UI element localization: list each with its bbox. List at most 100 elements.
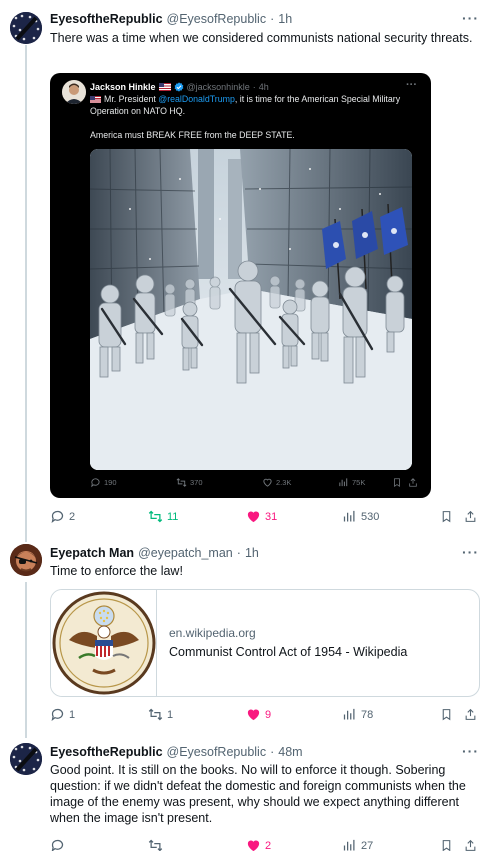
- views-button[interactable]: 78: [342, 707, 373, 722]
- share-icon: [465, 510, 476, 522]
- retweet-button[interactable]: [148, 838, 167, 851]
- quoted-text-prefix: Mr. President: [104, 94, 159, 104]
- separator: ·: [252, 81, 256, 92]
- tweet-actions: 1 1 9 78: [50, 707, 476, 723]
- reply-count: 190: [104, 478, 117, 487]
- bookmark-button[interactable]: [440, 838, 457, 851]
- avatar: [62, 80, 86, 104]
- quoted-tweet[interactable]: Jackson Hinkle @jacksonhinkle · 4h ··· M…: [50, 73, 431, 498]
- heart-icon: [263, 478, 272, 487]
- views-icon: [339, 478, 348, 487]
- reply-button[interactable]: 1: [50, 707, 75, 722]
- bookmark-icon: [442, 511, 451, 523]
- tweet-actions: 2 27: [50, 838, 476, 851]
- display-name: Jackson Hinkle: [90, 81, 156, 92]
- tweet-text: There was a time when we considered comm…: [50, 31, 473, 45]
- retweet-button[interactable]: 1: [148, 707, 173, 722]
- tweet[interactable]: EyesoftheRepublic @EyesofRepublic · 48m …: [0, 743, 491, 851]
- like-count: 2.3K: [276, 478, 292, 487]
- link-domain: en.wikipedia.org: [169, 626, 256, 640]
- bookmark-icon: [442, 840, 451, 851]
- quoted-tweet-header: Jackson Hinkle @jacksonhinkle · 4h: [90, 80, 269, 93]
- like-count: 9: [265, 708, 272, 721]
- tweet-header: EyesoftheRepublic @EyesofRepublic · 48m: [50, 743, 303, 761]
- views-icon: [343, 839, 355, 851]
- link-card-thumbnail: [51, 590, 157, 696]
- retweet-icon: [176, 478, 187, 487]
- more-options-icon[interactable]: ···: [462, 10, 479, 26]
- tweet[interactable]: Eyepatch Man @eyepatch_man · 1h ··· Time…: [0, 544, 491, 724]
- avatar[interactable]: [10, 544, 42, 576]
- timestamp[interactable]: 48m: [278, 745, 302, 759]
- views-button[interactable]: 530: [342, 509, 379, 524]
- share-button[interactable]: [464, 838, 481, 851]
- avatar[interactable]: [10, 12, 42, 44]
- user-handle[interactable]: @EyesofRepublic: [167, 12, 267, 26]
- link-title: Communist Control Act of 1954 - Wikipedi…: [169, 645, 408, 659]
- retweet-button[interactable]: 370: [176, 477, 203, 488]
- display-name[interactable]: EyesoftheRepublic: [50, 12, 163, 26]
- verified-icon: [174, 81, 183, 92]
- reply-button[interactable]: 2: [50, 509, 75, 524]
- bookmark-icon: [442, 709, 451, 721]
- more-options-icon[interactable]: ···: [462, 544, 479, 560]
- share-icon: [465, 839, 476, 851]
- retweet-icon: [148, 708, 163, 721]
- retweet-icon: [148, 510, 163, 523]
- mention-link[interactable]: @realDonaldTrump: [158, 94, 235, 104]
- user-handle: @jacksonhinkle: [186, 81, 250, 92]
- us-flag-icon: [90, 96, 101, 104]
- user-handle[interactable]: @EyesofRepublic: [167, 745, 267, 759]
- bookmark-button[interactable]: [440, 707, 457, 722]
- display-name[interactable]: EyesoftheRepublic: [50, 745, 163, 759]
- share-icon: [465, 708, 476, 720]
- like-button[interactable]: 9: [246, 707, 271, 722]
- view-count: 78: [361, 708, 374, 721]
- timestamp[interactable]: 1h: [245, 546, 259, 560]
- bookmark-button[interactable]: [440, 509, 457, 524]
- view-count: 75K: [352, 478, 366, 487]
- retweet-icon: [148, 839, 163, 851]
- tweet-text: Time to enforce the law!: [50, 564, 183, 578]
- like-count: 2: [265, 839, 272, 851]
- timestamp[interactable]: 1h: [278, 12, 292, 26]
- tweet[interactable]: EyesoftheRepublic @EyesofRepublic · 1h ·…: [0, 10, 491, 530]
- heart-icon: [247, 840, 260, 851]
- tweet-actions: 2 11 31 530: [50, 509, 476, 525]
- like-button[interactable]: 2.3K: [262, 477, 291, 488]
- retweet-count: 11: [167, 510, 179, 523]
- reply-button[interactable]: 190: [90, 477, 117, 488]
- reply-button[interactable]: [50, 838, 69, 851]
- more-options-icon[interactable]: ···: [462, 743, 479, 759]
- tweet-text: Good point. It is still on the books. No…: [50, 763, 466, 825]
- retweet-count: 370: [190, 478, 203, 487]
- share-button[interactable]: [464, 509, 481, 524]
- user-handle[interactable]: @eyepatch_man: [138, 546, 233, 560]
- reply-icon: [91, 478, 100, 488]
- views-button[interactable]: 75K: [338, 477, 365, 488]
- reply-icon: [51, 839, 64, 851]
- heart-icon: [247, 511, 260, 523]
- like-button[interactable]: 2: [246, 838, 271, 851]
- reply-count: 1: [69, 708, 76, 721]
- seal-icon: [52, 591, 156, 695]
- quoted-tweet-text-line2: America must BREAK FREE from the DEEP ST…: [90, 130, 295, 140]
- bookmark-button[interactable]: [392, 477, 405, 488]
- tweet-header: EyesoftheRepublic @EyesofRepublic · 1h: [50, 10, 292, 28]
- tweet-image[interactable]: [90, 149, 412, 470]
- views-button[interactable]: 27: [342, 838, 373, 851]
- retweet-button[interactable]: 11: [148, 509, 178, 524]
- share-button[interactable]: [464, 707, 481, 722]
- like-button[interactable]: 31: [246, 509, 277, 524]
- reply-count: 2: [69, 510, 76, 523]
- views-icon: [343, 510, 355, 522]
- views-icon: [343, 708, 355, 720]
- share-button[interactable]: [408, 477, 421, 488]
- display-name[interactable]: Eyepatch Man: [50, 546, 134, 560]
- separator: ·: [270, 12, 275, 26]
- heart-icon: [247, 709, 260, 721]
- retweet-count: 1: [167, 708, 174, 721]
- more-options-icon[interactable]: ···: [406, 79, 417, 91]
- avatar[interactable]: [10, 743, 42, 775]
- link-card[interactable]: en.wikipedia.org Communist Control Act o…: [50, 589, 480, 697]
